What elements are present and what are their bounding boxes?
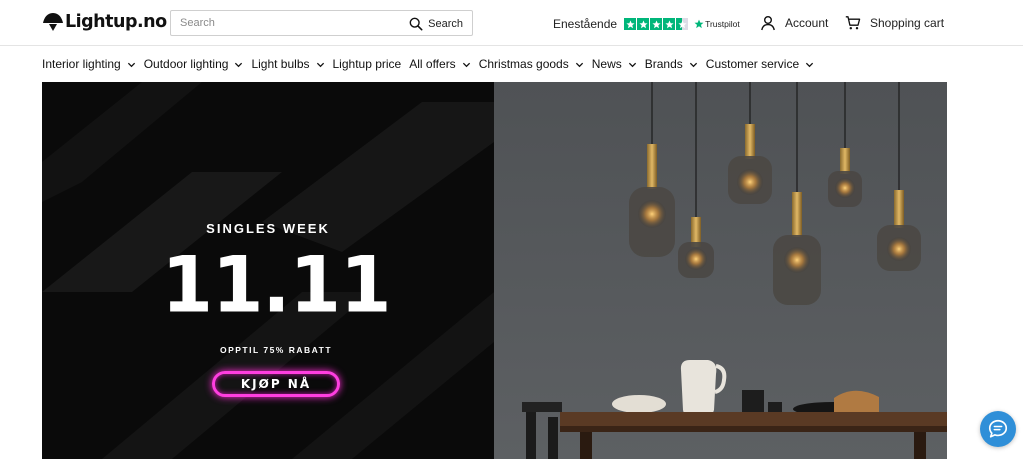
search-box: Search xyxy=(170,10,473,36)
chevron-down-icon xyxy=(316,62,324,67)
nav-item-outdoor-lighting[interactable]: Outdoor lighting xyxy=(144,57,244,71)
nav-item-light-bulbs[interactable]: Light bulbs xyxy=(251,57,324,71)
hero-promo-panel: SINGLES WEEK 11.11 OPPTIL 75% RABATT KJØ… xyxy=(42,82,494,459)
trustpilot-stars xyxy=(624,18,689,30)
hero-banner[interactable]: SINGLES WEEK 11.11 OPPTIL 75% RABATT KJØ… xyxy=(42,82,947,459)
lamp-logo-icon xyxy=(43,13,63,31)
hero-product-image xyxy=(494,82,947,459)
trustpilot-rating-text: Enestående xyxy=(553,17,618,31)
nav-item-label: Lightup price xyxy=(332,57,402,71)
nav-item-label: News xyxy=(591,57,622,71)
logo-text: Lightup.no xyxy=(65,12,167,32)
trustpilot-brand: Trustpilot xyxy=(705,19,740,29)
chevron-down-icon xyxy=(628,62,636,67)
star-icon xyxy=(624,18,637,30)
hero-subline: OPPTIL 75% RABATT xyxy=(219,345,333,355)
search-button[interactable]: Search xyxy=(409,15,463,32)
search-input[interactable] xyxy=(171,11,401,35)
star-icon xyxy=(650,18,663,30)
trustpilot-logo: Trustpilot xyxy=(694,19,740,29)
pendant-lamps-illustration xyxy=(494,82,947,459)
nav-item-label: Outdoor lighting xyxy=(143,57,229,71)
nav-item-news[interactable]: News xyxy=(592,57,637,71)
search-button-label: Search xyxy=(428,17,463,30)
nav-item-brands[interactable]: Brands xyxy=(645,57,698,71)
trustpilot-widget[interactable]: Enestående Trustpilot xyxy=(553,15,740,33)
star-icon xyxy=(663,18,676,30)
nav-item-label: Light bulbs xyxy=(251,57,310,71)
chevron-down-icon xyxy=(235,62,243,67)
half-star-icon xyxy=(676,18,689,30)
hero-eyebrow: SINGLES WEEK xyxy=(206,221,330,236)
nav-item-customer-service[interactable]: Customer service xyxy=(706,57,814,71)
star-icon xyxy=(637,18,650,30)
shopping-cart-link[interactable]: Shopping cart xyxy=(845,13,944,33)
shopping-cart-label: Shopping cart xyxy=(870,16,945,30)
chevron-down-icon xyxy=(127,62,135,67)
account-link[interactable]: Account xyxy=(760,13,828,33)
nav-item-christmas-goods[interactable]: Christmas goods xyxy=(479,57,584,71)
user-icon xyxy=(761,16,775,31)
nav-item-interior-lighting[interactable]: Interior lighting xyxy=(42,57,136,71)
hero-headline: 11.11 xyxy=(161,239,391,331)
chat-widget-button[interactable] xyxy=(980,411,1016,447)
nav-item-all-offers[interactable]: All offers xyxy=(409,57,470,71)
nav-item-label: Christmas goods xyxy=(478,57,569,71)
site-header: Lightup.no Search Enestående Trustpilot xyxy=(0,0,1023,46)
chevron-down-icon xyxy=(689,62,697,67)
search-icon xyxy=(409,17,423,30)
nav-item-label: Customer service xyxy=(705,57,800,71)
account-label: Account xyxy=(785,16,829,30)
chevron-down-icon xyxy=(806,62,814,67)
main-nav: Interior lighting Outdoor lighting Light… xyxy=(42,55,822,73)
chat-bubble-icon xyxy=(988,419,1008,438)
nav-item-lightup-price[interactable]: Lightup price xyxy=(333,57,402,71)
site-logo[interactable]: Lightup.no xyxy=(42,11,167,33)
nav-item-label: Brands xyxy=(644,57,683,71)
chevron-down-icon xyxy=(462,62,470,67)
trustpilot-star-icon xyxy=(694,19,704,29)
buy-now-button[interactable]: KJØP NÅ xyxy=(212,371,340,397)
chevron-down-icon xyxy=(575,62,583,67)
shopping-cart-icon xyxy=(845,16,861,30)
nav-item-label: All offers xyxy=(409,57,456,71)
nav-item-label: Interior lighting xyxy=(42,57,121,71)
